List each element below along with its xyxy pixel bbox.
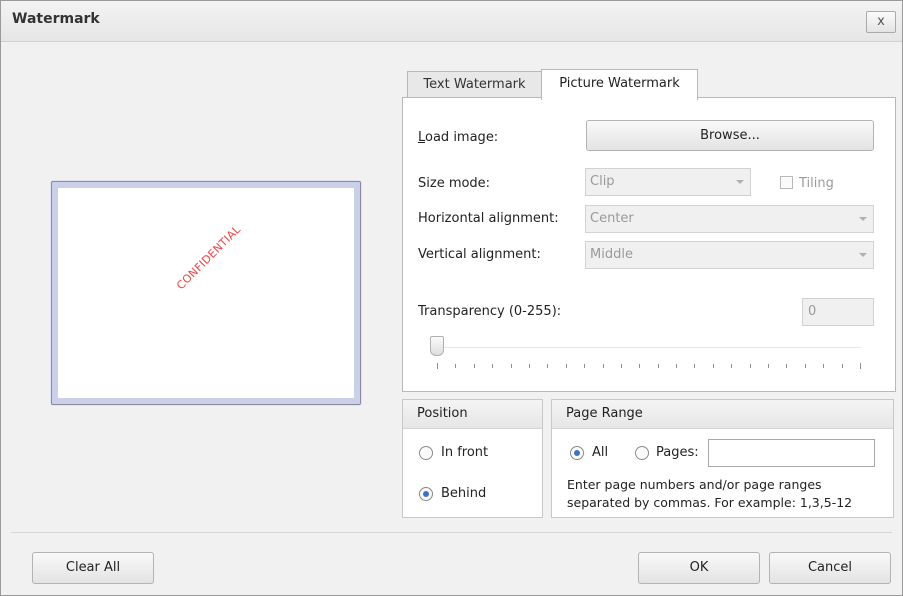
- dialog-title: Watermark: [12, 11, 100, 27]
- page-range-hint-line2: separated by commas. For example: 1,3,5-…: [567, 495, 853, 510]
- all-pages-label[interactable]: All: [592, 445, 608, 460]
- slider-tick: [860, 363, 861, 369]
- slider-tick: [639, 364, 641, 368]
- transparency-slider-thumb[interactable]: [430, 336, 444, 356]
- horizontal-alignment-value: Center: [590, 211, 634, 226]
- cancel-label: Cancel: [807, 560, 853, 575]
- pages-input[interactable]: [708, 439, 875, 467]
- browse-button[interactable]: Browse...: [586, 120, 874, 151]
- vertical-alignment-label: Vertical alignment:: [418, 247, 541, 262]
- slider-tick: [657, 364, 659, 368]
- slider-tick: [823, 364, 825, 368]
- chevron-down-icon: [859, 253, 867, 257]
- position-group-title: Position: [417, 406, 468, 421]
- slider-tick: [455, 364, 457, 368]
- slider-tick: [602, 364, 604, 368]
- in-front-label[interactable]: In front: [441, 445, 488, 460]
- slider-tick: [437, 363, 438, 369]
- preview-watermark-text: CONFIDENTIAL: [174, 222, 244, 293]
- tab-picture-watermark[interactable]: Picture Watermark: [541, 69, 698, 100]
- slider-tick: [694, 364, 696, 368]
- vertical-alignment-select[interactable]: Middle: [585, 241, 874, 269]
- horizontal-alignment-select[interactable]: Center: [585, 205, 874, 233]
- ok-label: OK: [689, 560, 709, 575]
- slider-tick: [712, 364, 714, 368]
- slider-tick: [731, 364, 733, 368]
- slider-tick: [804, 364, 806, 368]
- in-front-radio[interactable]: [419, 446, 433, 460]
- watermark-preview: CONFIDENTIAL: [51, 181, 361, 405]
- size-mode-value: Clip: [590, 174, 615, 189]
- behind-radio[interactable]: [419, 487, 433, 501]
- slider-tick: [547, 364, 549, 368]
- transparency-slider-track[interactable]: [433, 347, 861, 348]
- position-group-header: Position: [403, 400, 542, 429]
- cancel-button[interactable]: Cancel: [769, 552, 891, 584]
- transparency-value: 0: [808, 304, 817, 319]
- ok-button[interactable]: OK: [638, 552, 760, 584]
- tab-text-watermark[interactable]: Text Watermark: [407, 71, 542, 98]
- vertical-alignment-value: Middle: [590, 247, 633, 262]
- slider-tick: [768, 364, 770, 368]
- close-button[interactable]: x: [866, 11, 896, 33]
- slider-tick: [841, 364, 843, 368]
- slider-tick: [786, 364, 788, 368]
- clear-all-button[interactable]: Clear All: [32, 552, 154, 584]
- pages-radio[interactable]: [635, 446, 649, 460]
- slider-tick: [565, 364, 567, 368]
- slider-tick: [492, 364, 494, 368]
- slider-tick: [676, 364, 678, 368]
- chevron-down-icon: [736, 180, 744, 184]
- page-range-group-header: Page Range: [552, 400, 893, 429]
- load-image-label-text: oad image:: [425, 130, 499, 145]
- footer-divider: [11, 532, 892, 533]
- page-range-group-title: Page Range: [566, 406, 643, 421]
- size-mode-select[interactable]: Clip: [585, 168, 751, 196]
- page-range-hint-line1: Enter page numbers and/or page ranges: [567, 477, 822, 492]
- horizontal-alignment-label: Horizontal alignment:: [418, 211, 559, 226]
- size-mode-label: Size mode:: [418, 176, 491, 191]
- slider-tick: [528, 364, 530, 368]
- all-pages-radio[interactable]: [570, 446, 584, 460]
- clear-all-label: Clear All: [65, 560, 121, 575]
- load-image-label: Load image:: [418, 130, 499, 145]
- slider-tick: [473, 364, 475, 368]
- transparency-input[interactable]: 0: [802, 298, 874, 326]
- behind-label[interactable]: Behind: [441, 486, 486, 501]
- browse-button-label: Browse...: [700, 128, 760, 143]
- slider-tick: [749, 364, 751, 368]
- tiling-label: Tiling: [799, 176, 834, 191]
- slider-tick: [584, 364, 586, 368]
- tiling-checkbox[interactable]: [780, 176, 793, 189]
- chevron-down-icon: [859, 217, 867, 221]
- close-icon: x: [877, 14, 885, 29]
- watermark-dialog: Watermark x CONFIDENTIAL Text Watermark …: [0, 0, 903, 596]
- preview-page: CONFIDENTIAL: [58, 188, 354, 398]
- slider-tick: [620, 364, 622, 368]
- slider-tick: [510, 364, 512, 368]
- transparency-label: Transparency (0-255):: [418, 304, 562, 319]
- title-bar: Watermark x: [1, 1, 902, 42]
- pages-label[interactable]: Pages:: [656, 445, 699, 460]
